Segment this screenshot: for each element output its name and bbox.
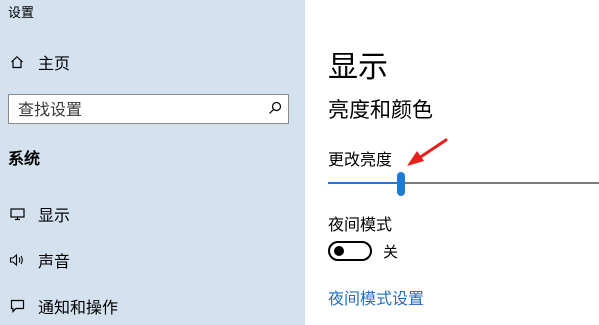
- search-box[interactable]: [8, 94, 289, 124]
- brightness-label: 更改亮度: [328, 150, 393, 169]
- search-input[interactable]: [18, 99, 248, 119]
- brightness-slider[interactable]: [328, 170, 599, 198]
- notification-icon: [8, 297, 26, 315]
- night-light-toggle[interactable]: [328, 241, 372, 261]
- monitor-icon: [8, 205, 26, 223]
- annotation-arrow-icon: [407, 138, 448, 166]
- page-title: 显示: [328, 50, 388, 85]
- night-light-label: 夜间模式: [328, 215, 393, 234]
- sidebar-item-label: 通知和操作: [38, 298, 119, 317]
- sidebar-item-display[interactable]: 显示: [0, 196, 305, 232]
- section-label: 系统: [8, 149, 41, 168]
- section-heading: 亮度和颜色: [328, 98, 433, 122]
- search-icon[interactable]: [268, 100, 282, 119]
- sidebar-item-label: 显示: [38, 206, 71, 225]
- sidebar-item-label: 主页: [38, 54, 71, 73]
- sidebar-item-label: 声音: [38, 252, 71, 271]
- night-light-toggle-row: 关: [328, 240, 398, 262]
- sidebar-item-sound[interactable]: 声音: [0, 242, 305, 278]
- speaker-icon: [8, 251, 26, 269]
- sidebar-item-home[interactable]: 主页: [0, 44, 305, 80]
- night-light-settings-link[interactable]: 夜间模式设置: [328, 285, 424, 309]
- app-title: 设置: [8, 6, 35, 21]
- main-content: 显示 亮度和颜色 更改亮度 夜间模式 关 夜间模式设置: [305, 0, 599, 325]
- sidebar: 设置 主页 系统 显示: [0, 0, 305, 325]
- slider-thumb[interactable]: [397, 172, 405, 196]
- home-icon: [8, 53, 26, 71]
- toggle-state-text: 关: [383, 242, 399, 261]
- slider-track-fill: [328, 182, 401, 184]
- toggle-knob: [334, 246, 344, 256]
- sidebar-item-notifications[interactable]: 通知和操作: [0, 288, 305, 324]
